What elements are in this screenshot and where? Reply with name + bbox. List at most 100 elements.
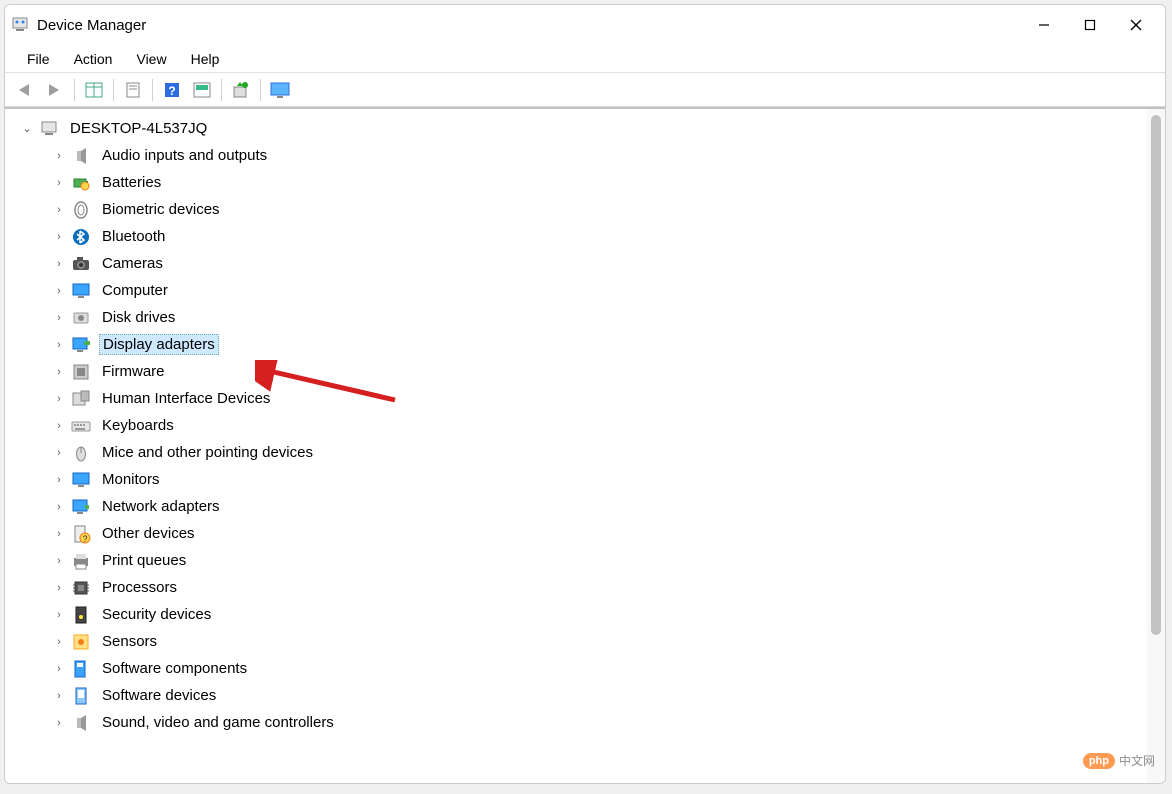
toolbar: ? xyxy=(5,73,1165,107)
menu-action[interactable]: Action xyxy=(62,48,125,70)
scrollbar-thumb[interactable] xyxy=(1151,115,1161,635)
svg-text:?: ? xyxy=(82,534,87,544)
chevron-right-icon[interactable]: › xyxy=(51,636,67,648)
chevron-right-icon[interactable]: › xyxy=(51,582,67,594)
tree-category-item[interactable]: ›?Other devices xyxy=(9,520,1143,547)
expander-icon[interactable]: ⌄ xyxy=(19,122,35,135)
devices-by-connection-button[interactable] xyxy=(266,77,294,103)
tree-category-label: Firmware xyxy=(99,362,168,381)
tree-category-item[interactable]: › Print queues xyxy=(9,547,1143,574)
chevron-right-icon[interactable]: › xyxy=(51,204,67,216)
chevron-right-icon[interactable]: › xyxy=(51,339,67,351)
content-area: ⌄ DESKTOP-4L537JQ ›Audio inputs and outp… xyxy=(5,107,1165,783)
show-hidden-button[interactable] xyxy=(80,77,108,103)
tree-category-label: Cameras xyxy=(99,254,166,273)
tree-category-label: Print queues xyxy=(99,551,189,570)
tree-category-label: Batteries xyxy=(99,173,164,192)
tree-category-item[interactable]: › Security devices xyxy=(9,601,1143,628)
tree-category-item[interactable]: › Firmware xyxy=(9,358,1143,385)
add-driver-button[interactable] xyxy=(227,77,255,103)
menu-help[interactable]: Help xyxy=(179,48,232,70)
tree-category-item[interactable]: ›Computer xyxy=(9,277,1143,304)
tree-category-label: Network adapters xyxy=(99,497,223,516)
close-button[interactable] xyxy=(1113,9,1159,41)
tree-category-label: Software components xyxy=(99,659,250,678)
scan-hardware-button[interactable] xyxy=(188,77,216,103)
help-button[interactable]: ? xyxy=(158,77,186,103)
tree-category-label: Sensors xyxy=(99,632,160,651)
camera-icon xyxy=(70,253,92,275)
chevron-right-icon[interactable]: › xyxy=(51,609,67,621)
chevron-right-icon[interactable]: › xyxy=(51,285,67,297)
chevron-right-icon[interactable]: › xyxy=(51,258,67,270)
tree-category-item[interactable]: › Sensors xyxy=(9,628,1143,655)
vertical-scrollbar[interactable] xyxy=(1147,109,1165,783)
menu-file[interactable]: File xyxy=(15,48,62,70)
window-title: Device Manager xyxy=(37,17,1021,34)
forward-button[interactable] xyxy=(41,77,69,103)
chevron-right-icon[interactable]: › xyxy=(51,150,67,162)
software-device-icon xyxy=(70,685,92,707)
arrow-right-icon xyxy=(45,82,65,98)
chevron-right-icon[interactable]: › xyxy=(51,555,67,567)
chevron-right-icon[interactable]: › xyxy=(51,366,67,378)
tree-category-item[interactable]: ›Processors xyxy=(9,574,1143,601)
monitor-icon xyxy=(70,469,92,491)
add-driver-icon xyxy=(231,81,251,99)
tree-category-item[interactable]: ›Sound, video and game controllers xyxy=(9,709,1143,736)
properties-button[interactable] xyxy=(119,77,147,103)
tree-category-item[interactable]: ›Keyboards xyxy=(9,412,1143,439)
speaker-icon xyxy=(70,145,92,167)
tree-category-item[interactable]: ›Disk drives xyxy=(9,304,1143,331)
sheet-icon xyxy=(124,82,142,98)
tree-category-label: Software devices xyxy=(99,686,219,705)
chevron-right-icon[interactable]: › xyxy=(51,528,67,540)
minimize-button[interactable] xyxy=(1021,9,1067,41)
device-tree[interactable]: ⌄ DESKTOP-4L537JQ ›Audio inputs and outp… xyxy=(5,109,1147,783)
chevron-right-icon[interactable]: › xyxy=(51,501,67,513)
monitor-icon xyxy=(70,280,92,302)
tree-root-node[interactable]: ⌄ DESKTOP-4L537JQ xyxy=(9,115,1143,142)
tree-category-label: Display adapters xyxy=(99,334,219,355)
chevron-right-icon[interactable]: › xyxy=(51,717,67,729)
window-controls xyxy=(1021,9,1159,41)
tree-category-item[interactable]: › Human Interface Devices xyxy=(9,385,1143,412)
tree-category-label: Biometric devices xyxy=(99,200,223,219)
tree-category-item[interactable]: › Batteries xyxy=(9,169,1143,196)
chevron-right-icon[interactable]: › xyxy=(51,177,67,189)
toolbar-separator xyxy=(260,79,261,101)
menubar: File Action View Help xyxy=(5,45,1165,73)
watermark-badge: php xyxy=(1083,753,1115,769)
chevron-right-icon[interactable]: › xyxy=(51,690,67,702)
chevron-right-icon[interactable]: › xyxy=(51,393,67,405)
tree-category-label: Security devices xyxy=(99,605,214,624)
maximize-button[interactable] xyxy=(1067,9,1113,41)
chevron-right-icon[interactable]: › xyxy=(51,474,67,486)
printer-icon xyxy=(70,550,92,572)
tree-category-label: Bluetooth xyxy=(99,227,168,246)
tree-category-item[interactable]: › Software components xyxy=(9,655,1143,682)
tree-category-item[interactable]: ›Mice and other pointing devices xyxy=(9,439,1143,466)
tree-category-item[interactable]: › Bluetooth xyxy=(9,223,1143,250)
mouse-icon xyxy=(70,442,92,464)
menu-view[interactable]: View xyxy=(124,48,178,70)
tree-category-item[interactable]: › Biometric devices xyxy=(9,196,1143,223)
chevron-right-icon[interactable]: › xyxy=(51,231,67,243)
tree-category-item[interactable]: ›Monitors xyxy=(9,466,1143,493)
tree-category-item[interactable]: › Cameras xyxy=(9,250,1143,277)
sound-icon xyxy=(70,712,92,734)
chevron-right-icon[interactable]: › xyxy=(51,420,67,432)
tree-category-label: Human Interface Devices xyxy=(99,389,273,408)
svg-text:?: ? xyxy=(168,84,175,98)
tree-category-item[interactable]: › Network adapters xyxy=(9,493,1143,520)
chevron-right-icon[interactable]: › xyxy=(51,447,67,459)
hid-icon xyxy=(70,388,92,410)
back-button[interactable] xyxy=(11,77,39,103)
chevron-right-icon[interactable]: › xyxy=(51,312,67,324)
other-device-icon: ? xyxy=(70,523,92,545)
tree-category-item[interactable]: › Software devices xyxy=(9,682,1143,709)
toolbar-separator xyxy=(152,79,153,101)
tree-category-item[interactable]: ›Audio inputs and outputs xyxy=(9,142,1143,169)
chevron-right-icon[interactable]: › xyxy=(51,663,67,675)
tree-category-item[interactable]: › Display adapters xyxy=(9,331,1143,358)
